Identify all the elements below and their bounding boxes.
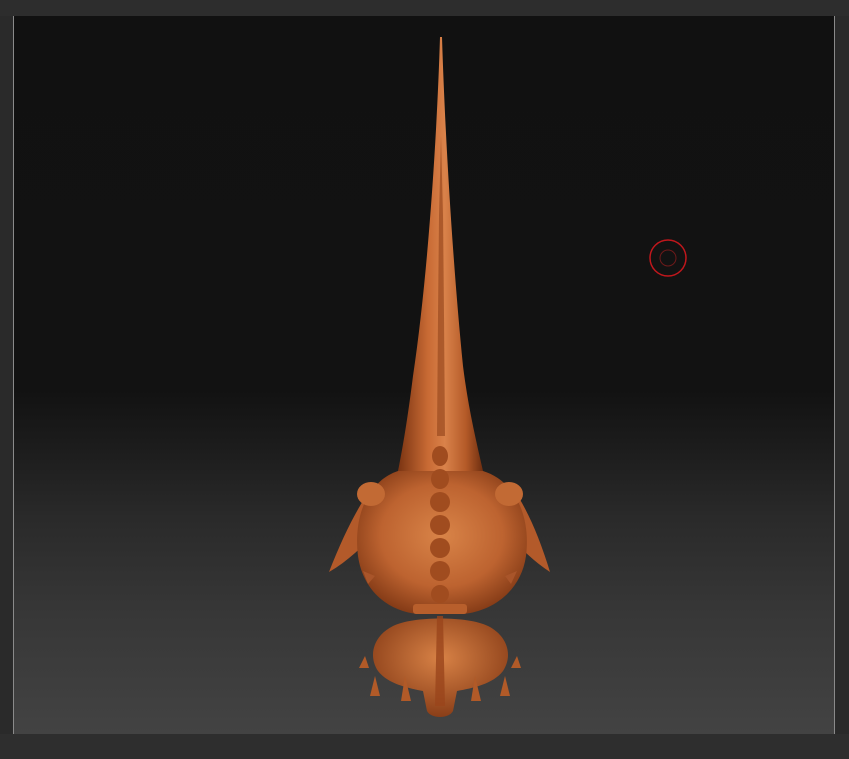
top-toolbar <box>0 0 849 16</box>
canvas-right-edge <box>834 16 835 734</box>
sculpted-creature-model[interactable] <box>13 16 835 734</box>
document-canvas[interactable] <box>13 16 835 734</box>
left-shelf <box>0 16 13 734</box>
right-shoulder <box>495 482 523 506</box>
right-shelf <box>835 16 849 734</box>
brush-cursor-icon <box>649 239 687 277</box>
sculpt-app <box>0 0 849 759</box>
bottom-toolbar <box>0 734 849 759</box>
neck-band <box>413 604 467 614</box>
canvas-left-edge <box>13 16 14 734</box>
left-shoulder <box>357 482 385 506</box>
